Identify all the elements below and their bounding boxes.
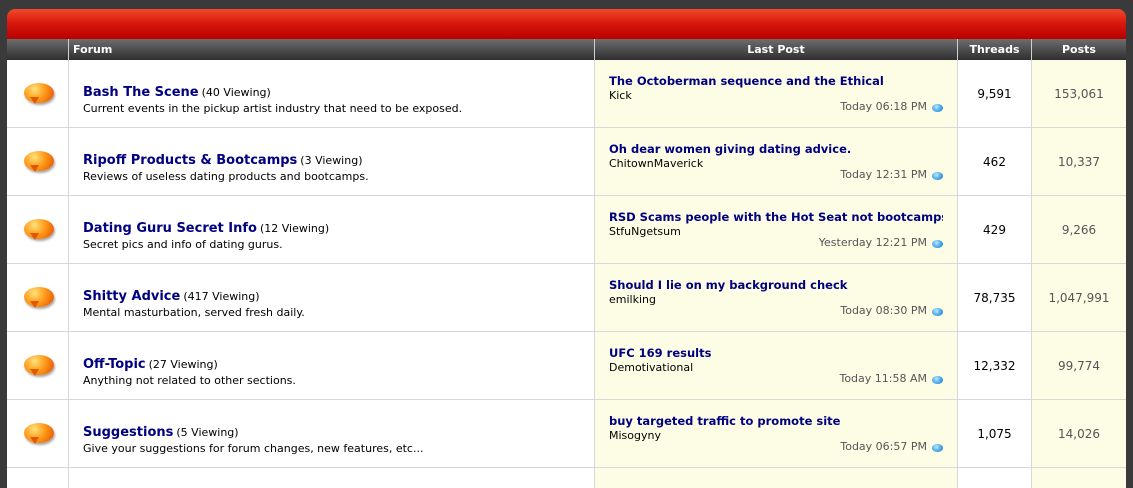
- last-post-time-text: Today 06:18 PM: [840, 100, 927, 113]
- forum-title-link[interactable]: Off-Topic: [83, 357, 146, 372]
- go-to-last-post-icon[interactable]: [932, 375, 943, 384]
- last-post-time-text: Today 11:58 AM: [839, 372, 927, 385]
- post-count: 1,047,991: [1031, 264, 1126, 331]
- thread-count: 429: [957, 196, 1031, 263]
- forum-info: Dating Guru Secret Info (12 Viewing) Secr…: [68, 196, 594, 263]
- forum-row-partial: [7, 468, 1126, 488]
- thread-count: 1,075: [957, 400, 1031, 467]
- last-post-time: Today 06:57 PM: [840, 440, 943, 453]
- forum-info: Off-Topic (27 Viewing) Anything not relat…: [68, 332, 594, 399]
- forum-row: Ripoff Products & Bootcamps (3 Viewing) R…: [7, 128, 1126, 196]
- forum-status-icon: [7, 264, 68, 331]
- forum-viewing-count: (417 Viewing): [183, 290, 260, 303]
- last-post-cell: UFC 169 results Demotivational Today 11:…: [594, 332, 957, 399]
- forum-row: Shitty Advice (417 Viewing) Mental mastur…: [7, 264, 1126, 332]
- forum-info: Shitty Advice (417 Viewing) Mental mastur…: [68, 264, 594, 331]
- forum-viewing-count: (27 Viewing): [148, 358, 218, 371]
- category-bar: [7, 9, 1126, 39]
- forum-viewing-count: (5 Viewing): [176, 426, 239, 439]
- last-post-time: Today 11:58 AM: [839, 372, 943, 385]
- last-post-time: Today 08:30 PM: [840, 304, 943, 317]
- forum-status-icon: [7, 196, 68, 263]
- last-post-cell: RSD Scams people with the Hot Seat not b…: [594, 196, 957, 263]
- table-header: Forum Last Post Threads Posts: [7, 39, 1126, 60]
- thread-count: 12,332: [957, 332, 1031, 399]
- header-forum: Forum: [68, 39, 594, 60]
- forum-title-link[interactable]: Suggestions: [83, 425, 173, 440]
- last-post-title-link[interactable]: buy targeted traffic to promote site: [609, 414, 943, 428]
- forum-description: Anything not related to other sections.: [83, 374, 296, 387]
- forum-title-link[interactable]: Ripoff Products & Bootcamps: [83, 153, 297, 168]
- header-icon-column: [7, 39, 68, 60]
- forum-viewing-count: (3 Viewing): [300, 154, 363, 167]
- last-post-title-link[interactable]: Should I lie on my background check: [609, 278, 943, 292]
- last-post-cell: buy targeted traffic to promote site Mis…: [594, 400, 957, 467]
- thread-count: 78,735: [957, 264, 1031, 331]
- last-post-cell: The Octoberman sequence and the Ethical …: [594, 60, 957, 127]
- forum-row: Off-Topic (27 Viewing) Anything not relat…: [7, 332, 1126, 400]
- last-post-time: Today 06:18 PM: [840, 100, 943, 113]
- last-post-time: Today 12:31 PM: [840, 168, 943, 181]
- header-posts: Posts: [1031, 39, 1126, 60]
- forum-description: Give your suggestions for forum changes,…: [83, 442, 424, 455]
- forum-row: Dating Guru Secret Info (12 Viewing) Secr…: [7, 196, 1126, 264]
- forum-description: Reviews of useless dating products and b…: [83, 170, 369, 183]
- post-count: 99,774: [1031, 332, 1126, 399]
- thread-count: 462: [957, 128, 1031, 195]
- forum-row: Suggestions (5 Viewing) Give your suggest…: [7, 400, 1126, 468]
- forum-description: Secret pics and info of dating gurus.: [83, 238, 283, 251]
- last-post-title-link[interactable]: RSD Scams people with the Hot Seat not b…: [609, 210, 943, 224]
- last-post-time-text: Today 12:31 PM: [840, 168, 927, 181]
- header-threads: Threads: [957, 39, 1031, 60]
- forum-status-icon: [7, 332, 68, 399]
- post-count: 9,266: [1031, 196, 1126, 263]
- forum-status-icon: [7, 60, 68, 127]
- forum-status-icon: [7, 400, 68, 467]
- forum-title-link[interactable]: Bash The Scene: [83, 85, 199, 100]
- last-post-time-text: Today 06:57 PM: [840, 440, 927, 453]
- forum-row: Bash The Scene (40 Viewing) Current event…: [7, 60, 1126, 128]
- last-post-time-text: Yesterday 12:21 PM: [818, 236, 927, 249]
- go-to-last-post-icon[interactable]: [932, 443, 943, 452]
- forum-list: Forum Last Post Threads Posts Bash The S…: [7, 9, 1126, 488]
- forum-title-link[interactable]: Shitty Advice: [83, 289, 180, 304]
- go-to-last-post-icon[interactable]: [932, 103, 943, 112]
- forum-viewing-count: (40 Viewing): [201, 86, 271, 99]
- last-post-cell: Should I lie on my background check emil…: [594, 264, 957, 331]
- go-to-last-post-icon[interactable]: [932, 239, 943, 248]
- last-post-time: Yesterday 12:21 PM: [819, 236, 943, 249]
- last-post-cell: Oh dear women giving dating advice. Chit…: [594, 128, 957, 195]
- go-to-last-post-icon[interactable]: [932, 171, 943, 180]
- thread-count: 9,591: [957, 60, 1031, 127]
- forum-table: Forum Last Post Threads Posts Bash The S…: [7, 39, 1126, 488]
- go-to-last-post-icon[interactable]: [932, 307, 943, 316]
- post-count: 10,337: [1031, 128, 1126, 195]
- last-post-title-link[interactable]: UFC 169 results: [609, 346, 943, 360]
- last-post-time-text: Today 08:30 PM: [840, 304, 927, 317]
- header-last-post: Last Post: [594, 39, 957, 60]
- forum-description: Mental masturbation, served fresh daily.: [83, 306, 305, 319]
- forum-info: Ripoff Products & Bootcamps (3 Viewing) R…: [68, 128, 594, 195]
- forum-viewing-count: (12 Viewing): [259, 222, 330, 235]
- forum-title-link[interactable]: Dating Guru Secret Info: [83, 221, 257, 236]
- last-post-title-link[interactable]: The Octoberman sequence and the Ethical: [609, 74, 943, 88]
- last-post-title-link[interactable]: Oh dear women giving dating advice.: [609, 142, 943, 156]
- forum-info: Suggestions (5 Viewing) Give your suggest…: [68, 400, 594, 467]
- post-count: 14,026: [1031, 400, 1126, 467]
- forum-status-icon: [7, 128, 68, 195]
- post-count: 153,061: [1031, 60, 1126, 127]
- forum-description: Current events in the pickup artist indu…: [83, 102, 463, 115]
- forum-info: Bash The Scene (40 Viewing) Current event…: [68, 60, 594, 127]
